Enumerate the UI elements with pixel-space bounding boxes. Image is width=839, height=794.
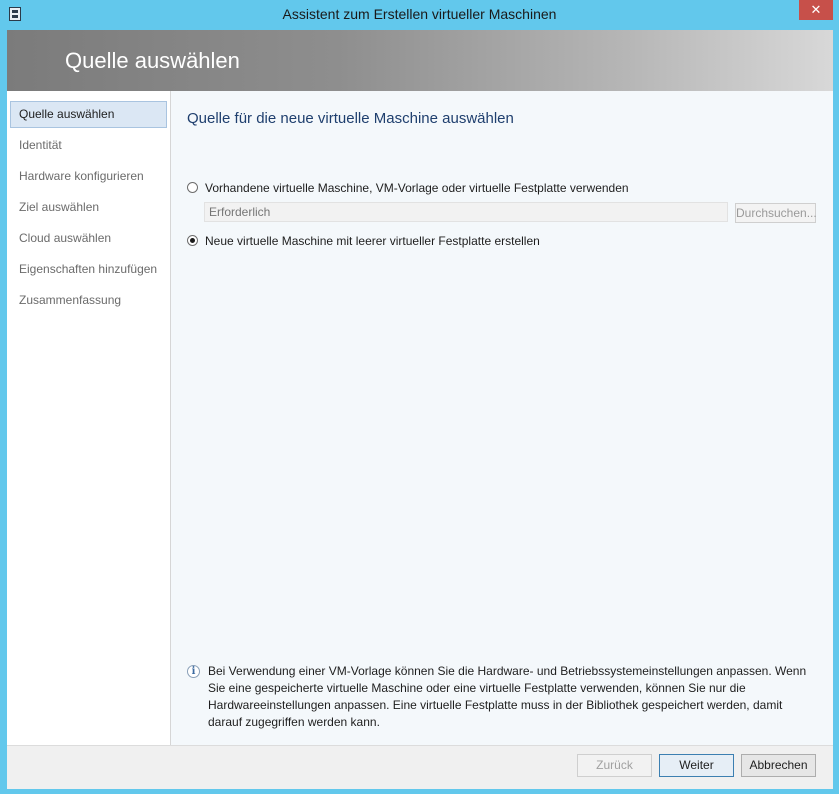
back-button[interactable]: Zurück [577, 754, 652, 777]
sidebar-item-hardware-konfigurieren[interactable]: Hardware konfigurieren [10, 163, 167, 190]
radio-existing-source[interactable] [187, 182, 198, 193]
close-button[interactable]: ✕ [799, 0, 833, 20]
window-title: Assistent zum Erstellen virtueller Masch… [282, 6, 557, 22]
cancel-button[interactable]: Abbrechen [741, 754, 816, 777]
page-title: Quelle auswählen [65, 48, 240, 73]
wizard-steps-sidebar: Quelle auswählen Identität Hardware konf… [7, 91, 171, 745]
wizard-window: Assistent zum Erstellen virtueller Masch… [0, 0, 839, 794]
sidebar-item-cloud-auswaehlen[interactable]: Cloud auswählen [10, 225, 167, 252]
sidebar-item-quelle-auswaehlen[interactable]: Quelle auswählen [10, 101, 167, 128]
radio-new-vm[interactable] [187, 235, 198, 246]
wizard-header: Quelle auswählen [7, 30, 833, 91]
next-button[interactable]: Weiter [659, 754, 734, 777]
wizard-footer: Zurück Weiter Abbrechen [7, 745, 833, 789]
wizard-client-area: Quelle auswählen Quelle auswählen Identi… [7, 30, 833, 789]
source-path-input[interactable] [204, 202, 728, 222]
section-heading: Quelle für die neue virtuelle Maschine a… [187, 110, 514, 127]
radio-existing-source-label[interactable]: Vorhandene virtuelle Maschine, VM-Vorlag… [205, 180, 629, 196]
radio-new-vm-label[interactable]: Neue virtuelle Maschine mit leerer virtu… [205, 233, 540, 249]
sidebar-item-eigenschaften-hinzufuegen[interactable]: Eigenschaften hinzufügen [10, 256, 167, 283]
browse-button[interactable]: Durchsuchen... [735, 203, 817, 223]
sidebar-item-ziel-auswaehlen[interactable]: Ziel auswählen [10, 194, 167, 221]
info-text: Bei Verwendung einer VM-Vorlage können S… [208, 664, 807, 729]
sidebar-item-identitaet[interactable]: Identität [10, 132, 167, 159]
title-bar[interactable]: Assistent zum Erstellen virtueller Masch… [0, 0, 839, 30]
sidebar-item-zusammenfassung[interactable]: Zusammenfassung [10, 287, 167, 314]
info-icon: i [187, 665, 200, 678]
main-content: Quelle für die neue virtuelle Maschine a… [171, 91, 833, 745]
